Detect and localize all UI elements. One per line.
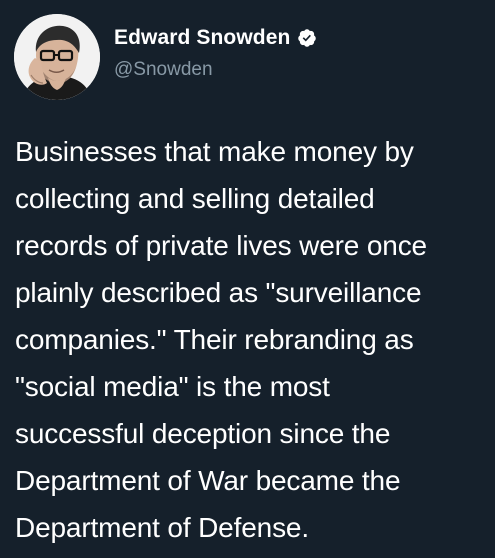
author-identity: Edward Snowden @Snowden: [114, 25, 317, 81]
verified-badge-icon: [297, 28, 317, 48]
username-handle[interactable]: @Snowden: [114, 59, 317, 81]
avatar[interactable]: [14, 14, 100, 100]
tweet-text: Businesses that make money by collecting…: [15, 136, 427, 543]
tweet-card: Edward Snowden @Snowden Businesses that …: [0, 0, 495, 558]
name-row: Edward Snowden: [114, 25, 317, 51]
tweet-header: Edward Snowden @Snowden: [14, 14, 317, 100]
display-name[interactable]: Edward Snowden: [114, 26, 290, 50]
